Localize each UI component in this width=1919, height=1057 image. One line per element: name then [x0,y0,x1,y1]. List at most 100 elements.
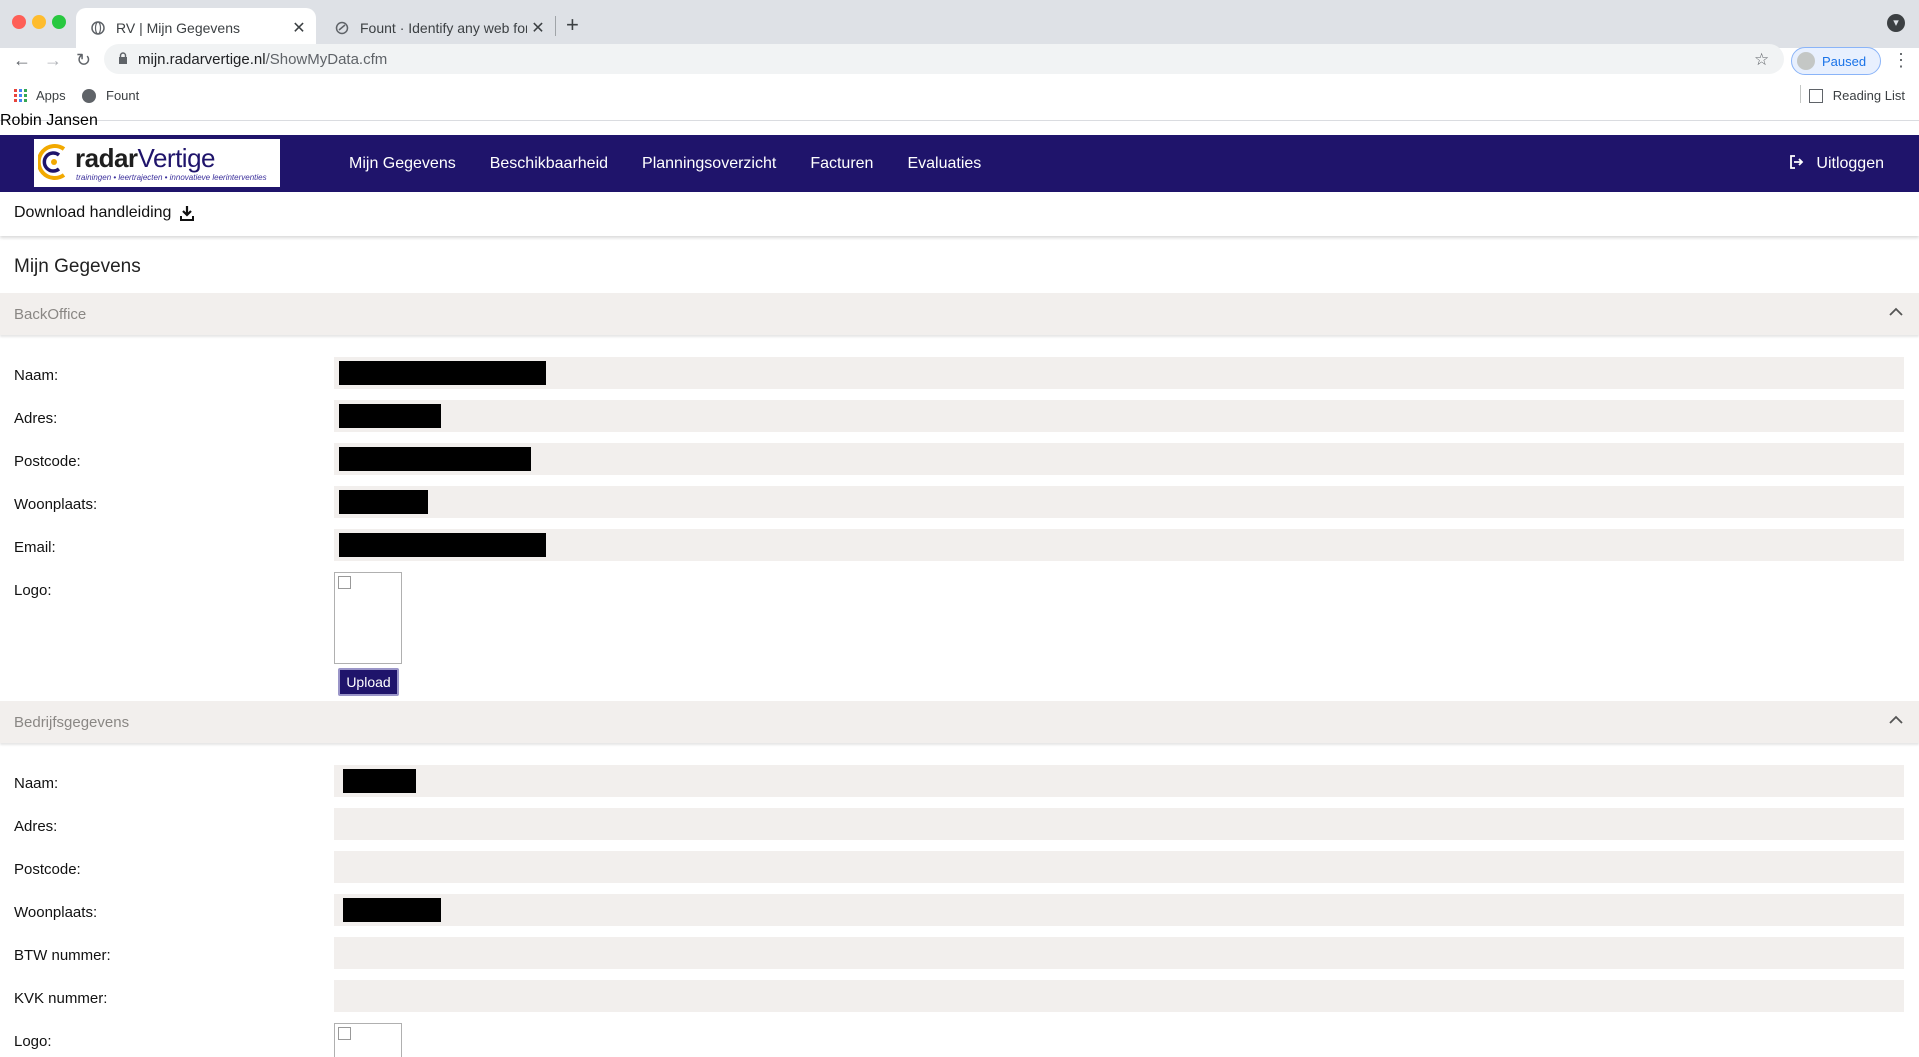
bedrijf-naam-field [334,765,1904,797]
redacted-value [339,533,546,557]
maximize-window-button[interactable] [52,15,66,29]
redacted-value [339,490,428,514]
bookmark-fount[interactable]: Fount [82,88,139,103]
label-bedrijf-postcode: Postcode: [14,861,81,878]
redacted-value [339,404,441,428]
bookmark-divider [1800,85,1801,103]
globe-icon [90,20,106,36]
label-kvk-nummer: KVK nummer: [14,990,108,1007]
label-adres: Adres: [14,410,58,427]
apps-grid-icon [14,89,27,102]
page-title: Mijn Gegevens [14,256,141,277]
close-tab-icon[interactable]: ✕ [288,18,310,38]
minimize-window-button[interactable] [32,15,46,29]
label-logo: Logo: [14,582,52,599]
redacted-value [339,447,531,471]
radarvertige-logo[interactable]: radarVertige trainingen • leertrajecten … [34,139,280,187]
section-title: BackOffice [14,306,87,323]
avatar [1797,52,1815,70]
reading-list-icon [1808,88,1823,103]
upload-button[interactable]: Upload [338,668,399,696]
fount-icon [334,20,350,36]
redacted-value [339,361,546,385]
bookmarks-bar: Apps Fount Reading List [0,80,1919,110]
reading-list-button[interactable]: Reading List [1808,88,1905,103]
tab-divider [555,16,556,36]
chevron-up-icon[interactable] [1889,713,1903,727]
woonplaats-field [334,486,1904,518]
redacted-value [343,898,441,922]
back-icon[interactable]: ← [13,50,31,71]
bedrijf-woonplaats-field [334,894,1904,926]
new-tab-icon[interactable]: + [566,12,579,38]
kvk-nummer-field [334,980,1904,1012]
profile-status: Paused [1822,53,1867,69]
browser-tab-bar: RV | Mijn Gegevens ✕ Fount · Identify an… [0,0,1919,48]
tab-fount[interactable]: Fount · Identify any web font yo ✕ [320,8,555,48]
reload-icon[interactable]: ↻ [76,50,91,71]
tab-search-icon[interactable]: ▾ [1887,14,1905,32]
close-tab-icon[interactable]: ✕ [527,18,549,38]
naam-field [334,357,1904,389]
globe-icon [82,88,96,103]
label-bedrijf-logo: Logo: [14,1033,52,1050]
lock-icon [118,51,128,67]
bedrijf-postcode-field [334,851,1904,883]
label-postcode: Postcode: [14,453,81,470]
download-manual-link[interactable]: Download handleiding [14,204,195,222]
download-icon [180,206,195,221]
label-btw-nummer: BTW nummer: [14,947,111,964]
btw-nummer-field [334,937,1904,969]
logo-image [334,572,402,664]
reading-list-label: Reading List [1832,88,1905,103]
logout-label: Uitloggen [1816,154,1884,172]
logo-wordmark: radarVertige [75,143,216,173]
tab-title: RV | Mijn Gegevens [116,20,240,36]
tab-title: Fount · Identify any web font yo [360,20,527,36]
close-window-button[interactable] [12,15,26,29]
label-naam: Naam: [14,367,59,384]
address-bar[interactable]: mijn.radarvertige.nl/ShowMyData.cfm [104,44,1784,74]
nav-item-evaluaties[interactable]: Evaluaties [907,155,981,173]
profile-button[interactable]: Paused [1791,47,1881,75]
url-path: /ShowMyData.cfm [265,50,388,68]
logged-in-user-name: Robin Jansen [0,112,98,129]
nav-item-mijn-gegevens[interactable]: Mijn Gegevens [349,155,456,173]
subnav-bar: Download handleiding [0,192,1919,236]
label-woonplaats: Woonplaats: [14,496,98,513]
nav-item-facturen[interactable]: Facturen [810,155,873,173]
logo-tagline: trainingen • leertrajecten • innovatieve… [76,173,267,182]
label-email: Email: [14,539,56,556]
redacted-value [343,769,416,793]
label-bedrijf-woonplaats: Woonplaats: [14,904,98,921]
download-label: Download handleiding [14,204,172,221]
bookmark-star-icon[interactable]: ☆ [1754,50,1769,70]
nav-menu: Mijn Gegevens Beschikbaarheid Planningso… [349,135,1015,192]
sign-out-icon [1789,154,1804,173]
broken-image-icon [338,576,351,589]
main-navbar: radarVertige trainingen • leertrajecten … [0,135,1919,192]
bedrijf-adres-field [334,808,1904,840]
bookmark-label: Fount [106,88,140,103]
nav-item-planningsoverzicht[interactable]: Planningsoverzicht [642,155,776,173]
postcode-field [334,443,1904,475]
nav-item-beschikbaarheid[interactable]: Beschikbaarheid [490,155,608,173]
label-bedrijf-adres: Adres: [14,818,58,835]
adres-field [334,400,1904,432]
broken-image-icon [338,1027,351,1040]
backoffice-section-header[interactable]: BackOffice [0,293,1919,335]
bookmark-label: Apps [36,88,66,103]
logout-button[interactable]: Uitloggen [1789,135,1884,192]
chevron-up-icon[interactable] [1889,305,1903,319]
tab-mijn-gegevens[interactable]: RV | Mijn Gegevens ✕ [76,8,316,48]
bookmark-apps[interactable]: Apps [14,88,66,103]
logo-mark-icon [38,144,66,180]
url-host: mijn.radarvertige.nl [138,50,266,68]
forward-icon[interactable]: → [44,50,62,71]
browser-menu-icon[interactable]: ⋮ [1892,50,1910,71]
bedrijfsgegevens-section-header[interactable]: Bedrijfsgegevens [0,701,1919,743]
email-field [334,529,1904,561]
section-title: Bedrijfsgegevens [14,714,130,731]
bedrijf-logo-image [334,1023,402,1057]
label-bedrijf-naam: Naam: [14,775,59,792]
